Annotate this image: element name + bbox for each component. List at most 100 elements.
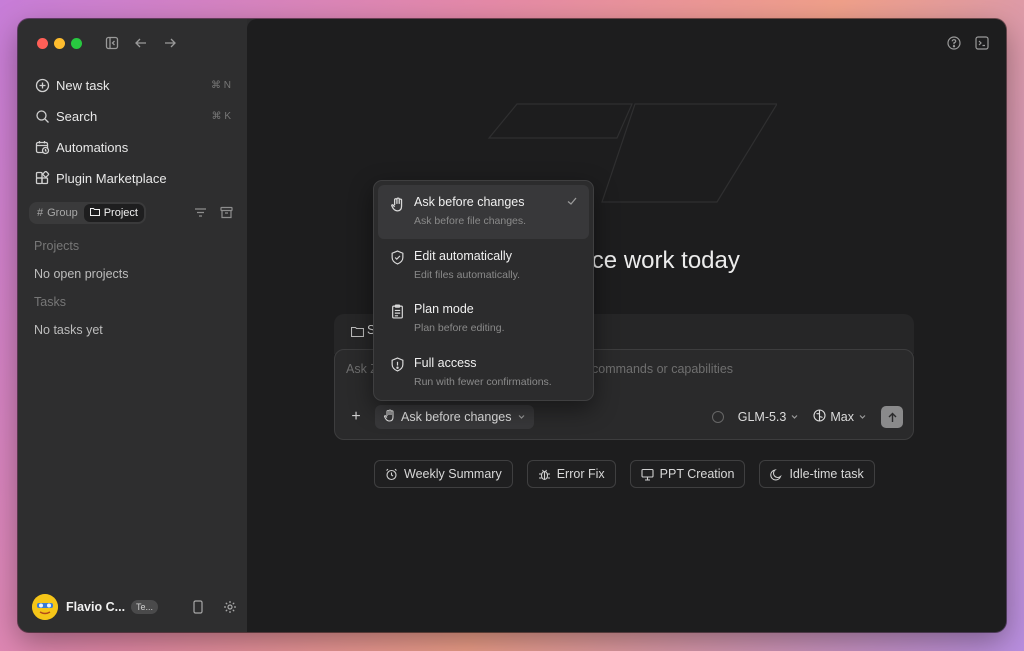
user-tools bbox=[191, 600, 237, 614]
main-toolbar bbox=[946, 35, 990, 51]
shortcut-hint: ⌘ N bbox=[211, 80, 231, 91]
plus-circle-icon bbox=[34, 78, 50, 94]
hand-icon bbox=[383, 409, 396, 425]
menu-item-edit-automatically[interactable]: Edit automatically Edit files automatica… bbox=[378, 239, 589, 293]
search-button[interactable]: Search ⌘ K bbox=[26, 101, 239, 132]
help-icon[interactable] bbox=[946, 35, 962, 51]
menu-item-description: Run with fewer confirmations. bbox=[414, 375, 552, 388]
minimize-window-button[interactable] bbox=[54, 38, 65, 49]
menu-item-title: Ask before changes bbox=[414, 195, 525, 209]
folder-icon bbox=[350, 324, 364, 338]
new-task-button[interactable]: New task ⌘ N bbox=[26, 70, 239, 101]
model-selector[interactable]: GLM-5.3 bbox=[738, 410, 800, 424]
terminal-icon[interactable] bbox=[974, 35, 990, 51]
calendar-clock-icon bbox=[34, 140, 50, 156]
hash-icon: # bbox=[37, 207, 44, 219]
send-button[interactable] bbox=[881, 406, 903, 428]
sidebar-toolbar bbox=[104, 35, 178, 51]
greeting-text: nice work today bbox=[573, 247, 740, 274]
effort-label: Max bbox=[830, 410, 854, 424]
search-icon bbox=[34, 109, 50, 125]
user-name: Flavio C... bbox=[66, 600, 126, 614]
plugin-marketplace-button[interactable]: Plugin Marketplace bbox=[26, 163, 239, 194]
context-usage-indicator[interactable] bbox=[711, 411, 724, 423]
window-controls bbox=[37, 38, 82, 49]
shortcut-hint: ⌘ K bbox=[211, 111, 231, 122]
permission-mode-label: Ask before changes bbox=[401, 410, 512, 424]
chevron-down-icon bbox=[790, 410, 799, 424]
menu-item-title: Full access bbox=[414, 355, 477, 370]
add-attachment-button[interactable]: + bbox=[345, 406, 367, 428]
plan-badge: Te... bbox=[131, 600, 159, 614]
main-panel: nice work today S Ask Z commands or capa… bbox=[247, 19, 1006, 632]
shield-check-icon bbox=[389, 250, 405, 266]
menu-item-plan-mode[interactable]: Plan mode Plan before editing. bbox=[378, 292, 589, 346]
model-label: GLM-5.3 bbox=[737, 410, 787, 424]
chip-error-fix[interactable]: Error Fix bbox=[526, 460, 616, 488]
chevron-down-icon bbox=[517, 410, 526, 424]
composer-controls: + Ask before changes GLM-5.3 Max bbox=[345, 405, 903, 429]
tasks-heading: Tasks bbox=[34, 295, 66, 309]
projects-empty-text: No open projects bbox=[34, 267, 129, 281]
permission-mode-menu: Ask before changes Ask before file chang… bbox=[373, 180, 594, 401]
forward-arrow-icon[interactable] bbox=[162, 35, 178, 51]
presentation-icon bbox=[641, 468, 654, 481]
close-window-button[interactable] bbox=[37, 38, 48, 49]
menu-item-title: Edit automatically bbox=[414, 248, 512, 263]
placeholder-end: commands or capabilities bbox=[592, 362, 734, 376]
chip-label: Error Fix bbox=[556, 467, 605, 481]
moon-icon bbox=[770, 468, 783, 481]
chip-label: Weekly Summary bbox=[404, 467, 502, 481]
projects-heading: Projects bbox=[34, 239, 80, 253]
group-project-toggle: # Group Project bbox=[29, 202, 146, 224]
menu-item-ask-before-changes[interactable]: Ask before changes Ask before file chang… bbox=[378, 185, 589, 239]
chip-weekly-summary[interactable]: Weekly Summary bbox=[374, 460, 513, 488]
nav-label: Plugin Marketplace bbox=[56, 171, 167, 186]
greeting-heading: nice work today bbox=[247, 247, 1006, 275]
shield-alert-icon bbox=[389, 357, 405, 373]
chevron-down-icon bbox=[858, 410, 867, 424]
gear-icon[interactable] bbox=[223, 600, 237, 614]
folder-icon bbox=[89, 207, 100, 219]
menu-item-description: Plan before editing. bbox=[414, 322, 505, 334]
zoom-window-button[interactable] bbox=[71, 38, 82, 49]
bug-icon bbox=[538, 468, 551, 481]
group-tab[interactable]: # Group bbox=[31, 204, 84, 222]
project-tab-label: Project bbox=[103, 207, 138, 219]
chip-ppt-creation[interactable]: PPT Creation bbox=[629, 460, 746, 488]
effort-selector[interactable]: Max bbox=[813, 409, 867, 425]
sidebar-nav: New task ⌘ N Search ⌘ K Automations Plug… bbox=[26, 70, 239, 194]
alarm-clock-icon bbox=[385, 468, 398, 481]
checkmark-icon bbox=[567, 197, 577, 205]
filter-icon[interactable] bbox=[193, 205, 207, 219]
nav-label: New task bbox=[56, 78, 110, 93]
sidebar: New task ⌘ N Search ⌘ K Automations Plug… bbox=[18, 19, 247, 632]
nav-label: Search bbox=[56, 109, 98, 124]
model-controls: GLM-5.3 Max bbox=[711, 406, 903, 428]
permission-mode-dropdown[interactable]: Ask before changes bbox=[375, 405, 534, 429]
tasks-empty-text: No tasks yet bbox=[34, 323, 103, 337]
brain-icon bbox=[813, 409, 826, 425]
automations-button[interactable]: Automations bbox=[26, 132, 239, 163]
chip-label: Idle-time task bbox=[789, 467, 864, 481]
group-tab-label: Group bbox=[47, 207, 78, 219]
menu-item-description: Ask before file changes. bbox=[414, 215, 527, 227]
app-window: New task ⌘ N Search ⌘ K Automations Plug… bbox=[18, 19, 1006, 632]
back-arrow-icon[interactable] bbox=[133, 35, 149, 51]
menu-item-full-access[interactable]: Full access Run with fewer confirmations… bbox=[378, 346, 589, 400]
plugin-icon bbox=[34, 171, 50, 187]
menu-item-title: Plan mode bbox=[414, 302, 474, 316]
project-tab[interactable]: Project bbox=[83, 204, 144, 222]
nav-label: Automations bbox=[56, 140, 129, 155]
chip-label: PPT Creation bbox=[659, 467, 735, 481]
phone-icon[interactable] bbox=[191, 600, 205, 614]
list-tools bbox=[193, 205, 233, 219]
archive-icon[interactable] bbox=[219, 205, 233, 219]
arrow-up-icon bbox=[888, 412, 896, 422]
suggestion-chips: Weekly Summary Error Fix PPT Creation Id… bbox=[374, 460, 875, 488]
hand-icon bbox=[389, 196, 405, 212]
user-profile[interactable]: Flavio C... Te... bbox=[32, 594, 237, 620]
chip-idle-time-task[interactable]: Idle-time task bbox=[759, 460, 875, 488]
avatar bbox=[32, 594, 58, 620]
sidebar-toggle-icon[interactable] bbox=[104, 35, 120, 51]
